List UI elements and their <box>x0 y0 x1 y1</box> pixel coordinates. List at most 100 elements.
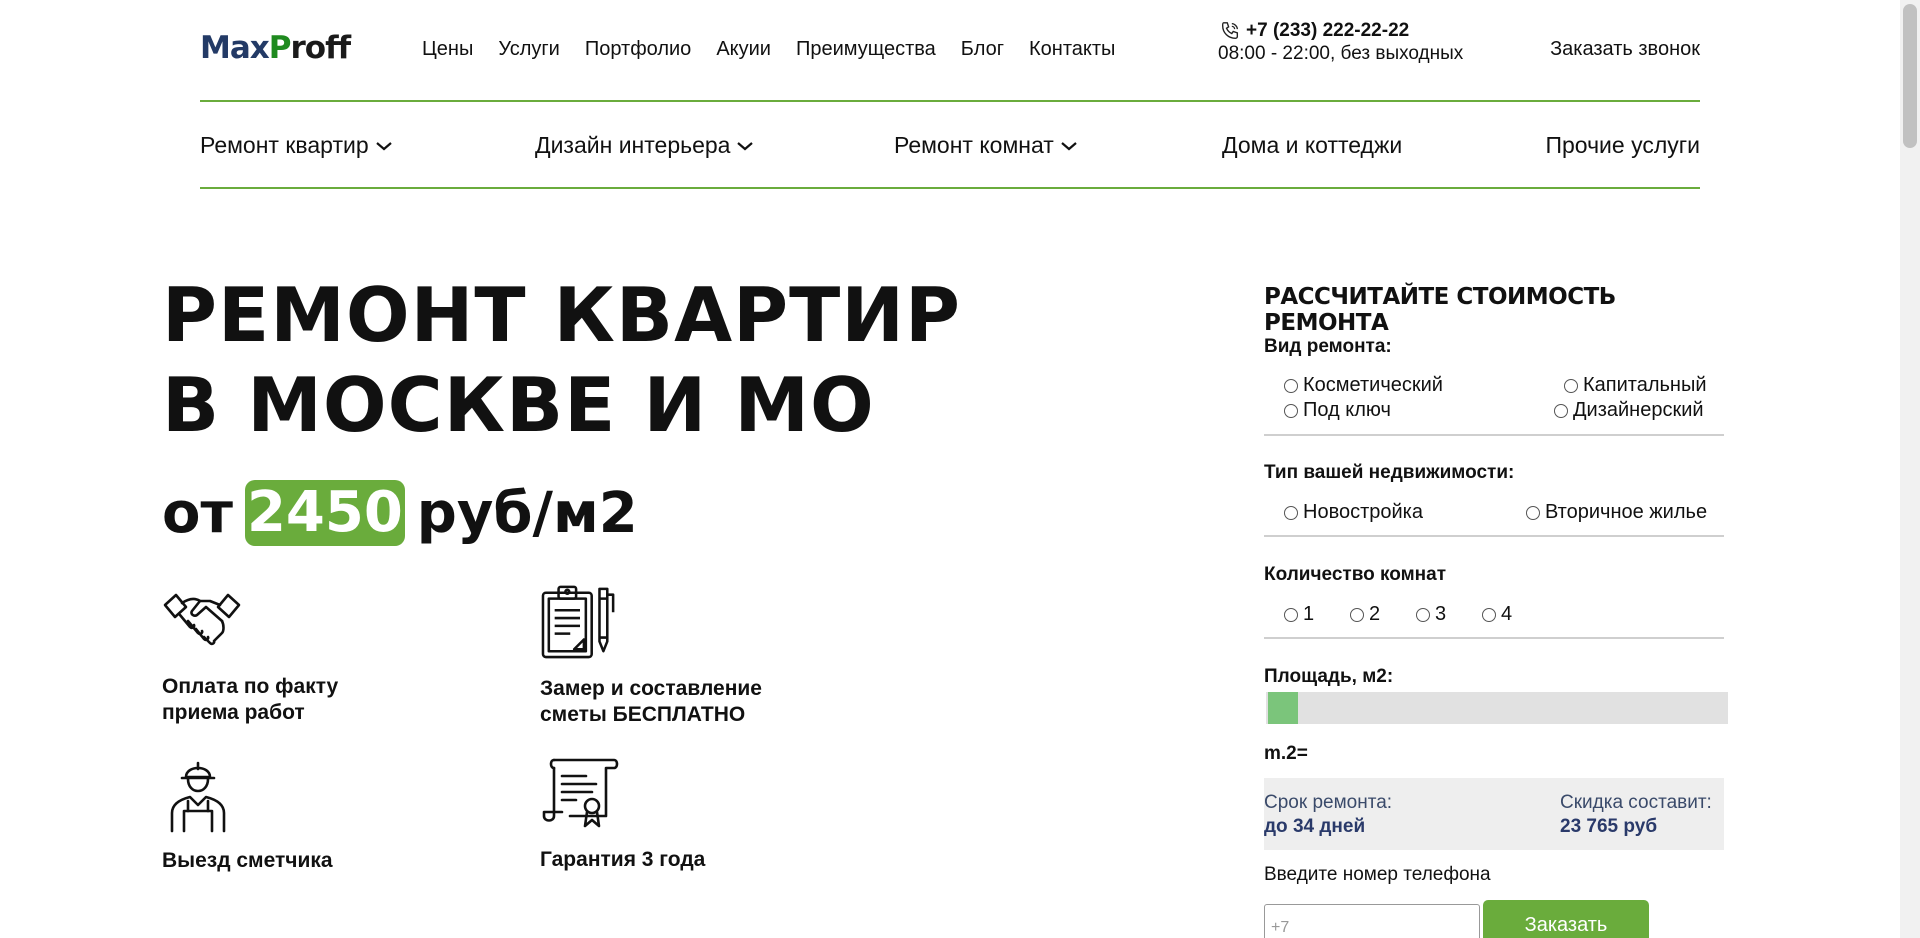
radio-circle[interactable] <box>1284 403 1298 418</box>
nav-link-services[interactable]: Услуги <box>498 38 560 61</box>
services-nav: Ремонт квартир Дизайн интерьера Ремонт к… <box>200 102 1700 189</box>
callback-link[interactable]: Заказать звонок <box>1550 38 1700 61</box>
feature-title: Замер и составление <box>540 677 762 700</box>
radio-rooms-4[interactable]: 4 <box>1482 603 1512 626</box>
phone-input[interactable]: +7 <box>1264 904 1480 938</box>
subnav-label: Ремонт комнат <box>894 132 1054 158</box>
radio-label: 3 <box>1435 603 1447 625</box>
subnav-item-apartment-repair[interactable]: Ремонт квартир <box>200 132 393 159</box>
radio-rooms-2[interactable]: 2 <box>1350 603 1380 626</box>
chevron-down-icon <box>375 141 392 150</box>
feature-title: Выезд сметчика <box>162 849 333 872</box>
discount-value: 23 765 руб <box>1560 816 1658 837</box>
radio-label: Под ключ <box>1303 399 1391 421</box>
radio-label: Вторичное жилье <box>1545 501 1708 523</box>
feature-item: Оплата по факту приема работ <box>162 585 338 726</box>
subnav-label: Прочие услуги <box>1545 132 1700 158</box>
main-nav: Цены Услуги Портфолио Акуии Преимущества… <box>422 38 1140 61</box>
phone-prompt: Введите номер телефона <box>1264 864 1491 885</box>
nav-link-contacts[interactable]: Контакты <box>1029 38 1115 61</box>
radio-repair-turnkey[interactable]: Под ключ <box>1284 399 1391 422</box>
subnav-item-interior-design[interactable]: Дизайн интерьера <box>535 132 754 159</box>
divider <box>1264 434 1724 436</box>
radio-label: Капитальный <box>1583 374 1707 396</box>
discount-label: Скидка составит: <box>1560 792 1712 813</box>
radio-label: Косметический <box>1303 374 1443 396</box>
subnav-label: Дизайн интерьера <box>535 132 731 158</box>
radio-circle[interactable] <box>1284 505 1298 520</box>
radio-circle[interactable] <box>1416 607 1430 622</box>
working-hours: 08:00 - 22:00, без выходных <box>1218 43 1464 64</box>
subnav-label: Ремонт квартир <box>200 132 369 158</box>
radio-property-secondary[interactable]: Вторичное жилье <box>1526 501 1707 524</box>
nav-link-prices[interactable]: Цены <box>422 38 473 61</box>
scrollbar[interactable] <box>1900 0 1920 938</box>
area-result: m.2= <box>1264 743 1308 764</box>
radio-rooms-3[interactable]: 3 <box>1416 603 1446 626</box>
radio-repair-designer[interactable]: Дизайнерский <box>1554 399 1704 422</box>
nav-link-portfolio[interactable]: Портфолио <box>585 38 691 61</box>
feature-item: Замер и составление сметы БЕСПЛАТНО <box>540 583 762 728</box>
subnav-item-other-services[interactable]: Прочие услуги <box>1545 132 1700 159</box>
term-label: Срок ремонта: <box>1264 792 1393 813</box>
phone-icon <box>1221 22 1239 40</box>
divider <box>1264 535 1724 537</box>
radio-circle[interactable] <box>1350 607 1364 622</box>
logo[interactable]: MaxProff <box>200 30 352 66</box>
price-suffix: руб/м2 <box>416 480 638 546</box>
radio-repair-cosmetic[interactable]: Косметический <box>1284 374 1443 397</box>
subnav-item-room-repair[interactable]: Ремонт комнат <box>894 132 1078 159</box>
certificate-scroll-icon <box>542 758 619 828</box>
radio-circle[interactable] <box>1526 505 1540 520</box>
radio-label: 4 <box>1501 603 1513 625</box>
header-contact: +7 (233) 222-22-22 08:00 - 22:00, без вы… <box>1218 20 1463 65</box>
radio-rooms-1[interactable]: 1 <box>1284 603 1314 626</box>
chevron-down-icon <box>1061 141 1077 150</box>
feature-item: Гарантия 3 года <box>540 756 705 873</box>
area-label: Площадь, м2: <box>1264 666 1394 687</box>
hero-title-line1: РЕМОНТ КВАРТИР <box>162 271 962 359</box>
area-slider[interactable] <box>1266 692 1728 724</box>
nav-link-advantages[interactable]: Преимущества <box>796 38 936 61</box>
nav-link-promotions[interactable]: Акуии <box>716 38 771 61</box>
radio-repair-capital[interactable]: Капитальный <box>1564 374 1707 397</box>
term-value: до 34 дней <box>1264 816 1366 837</box>
logo-text-p: P <box>268 30 292 66</box>
hero-title: РЕМОНТ КВАРТИР В МОСКВЕ И МО <box>162 270 961 450</box>
logo-text-roff: roff <box>290 30 352 66</box>
logo-text-max: Max <box>200 30 270 66</box>
rooms-label: Количество комнат <box>1264 564 1447 585</box>
hero-title-line2: В МОСКВЕ И МО <box>162 361 875 449</box>
chevron-down-icon <box>737 141 754 150</box>
slider-handle[interactable] <box>1268 692 1298 724</box>
radio-circle[interactable] <box>1284 607 1298 622</box>
calculator-title: РАССЧИТАЙТЕ СТОИМОСТЬ РЕМОНТА <box>1264 284 1616 336</box>
property-type-label: Тип вашей недвижимости: <box>1264 462 1515 483</box>
radio-label: Дизайнерский <box>1573 399 1704 421</box>
subnav-label: Дома и коттеджи <box>1222 132 1403 158</box>
calculation-summary: Срок ремонта: до 34 дней Скидка составит… <box>1264 778 1724 850</box>
radio-label: 1 <box>1303 603 1315 625</box>
feature-title: Оплата по факту <box>162 675 339 698</box>
radio-property-new[interactable]: Новостройка <box>1284 501 1423 524</box>
order-button[interactable]: Заказать <box>1483 900 1649 938</box>
scrollbar-thumb[interactable] <box>1903 4 1917 148</box>
repair-type-label: Вид ремонта: <box>1264 336 1392 357</box>
clipboard-pen-icon <box>541 585 615 659</box>
header-phone[interactable]: +7 (233) 222-22-22 <box>1246 20 1409 42</box>
price-prefix: от <box>162 480 233 546</box>
feature-title-line2: приема работ <box>162 701 305 724</box>
radio-circle[interactable] <box>1564 378 1578 393</box>
feature-item: Выезд сметчика <box>162 757 333 874</box>
radio-circle[interactable] <box>1554 403 1568 418</box>
price-highlight: 2450 <box>244 480 405 546</box>
divider <box>1264 637 1724 639</box>
radio-circle[interactable] <box>1284 378 1298 393</box>
subnav-item-houses[interactable]: Дома и коттеджи <box>1222 132 1402 159</box>
feature-title-line2: сметы БЕСПЛАТНО <box>540 703 746 726</box>
top-header: MaxProff Цены Услуги Портфолио Акуии Пре… <box>200 0 1700 102</box>
radio-circle[interactable] <box>1482 607 1496 622</box>
cost-calculator: РАССЧИТАЙТЕ СТОИМОСТЬ РЕМОНТА Вид ремонт… <box>1264 284 1728 938</box>
nav-link-blog[interactable]: Блог <box>961 38 1004 61</box>
radio-label: Новостройка <box>1303 501 1423 523</box>
